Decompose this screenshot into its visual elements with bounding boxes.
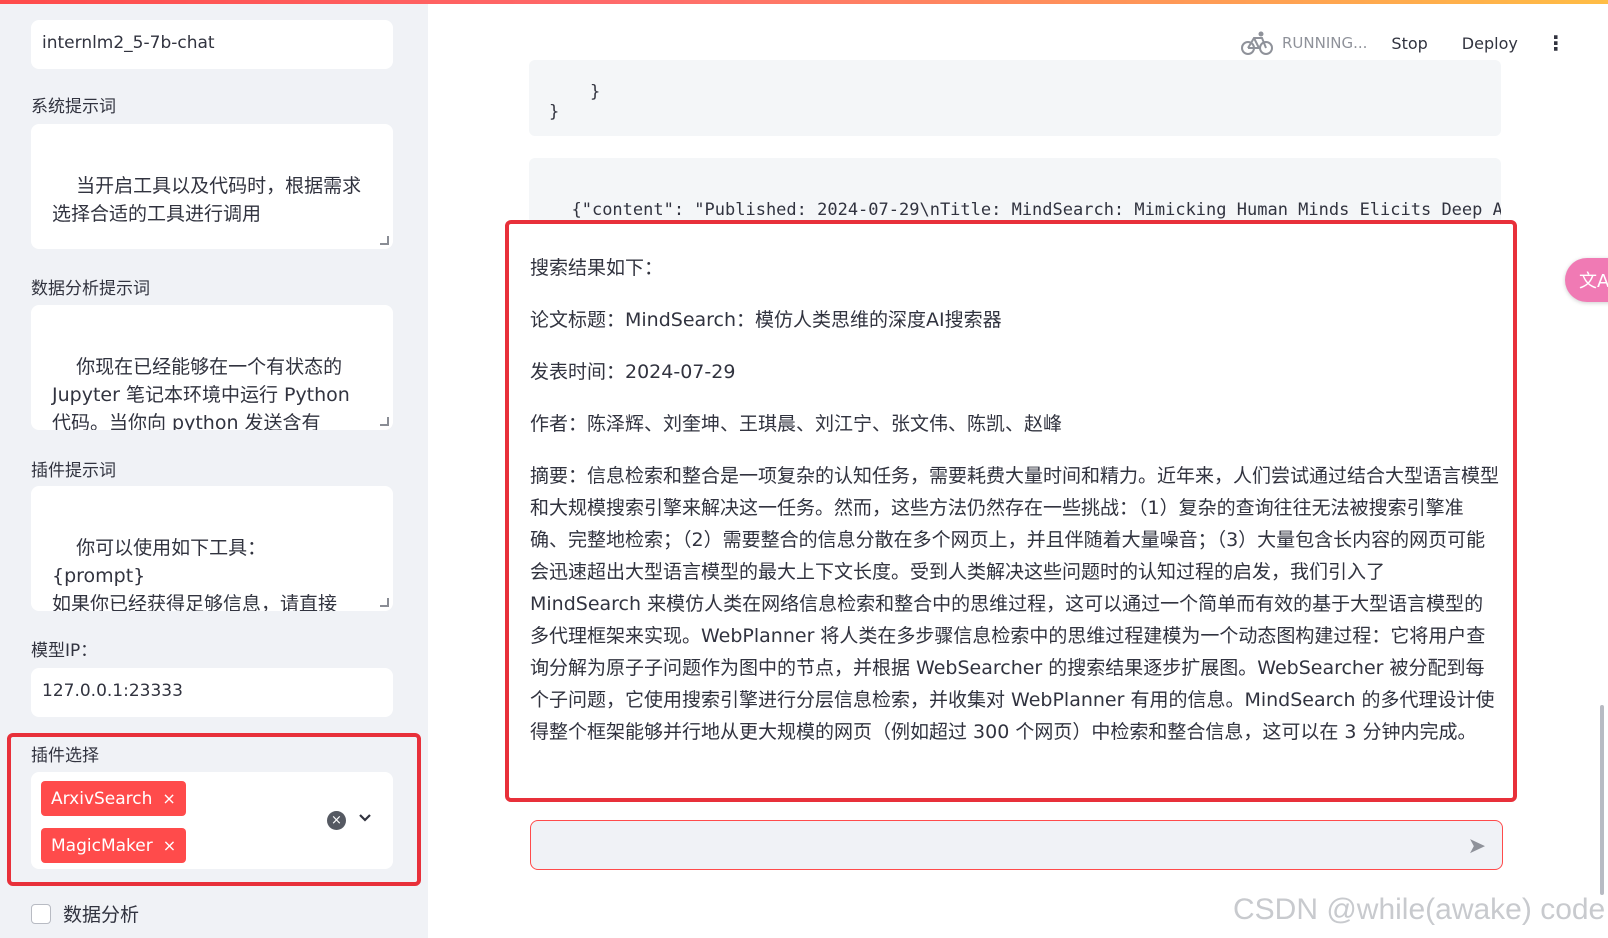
data-analysis-checkbox[interactable]: [31, 903, 51, 924]
resize-handle-icon[interactable]: [380, 417, 389, 426]
code-block-text: } }: [549, 82, 601, 122]
plugin-prompt-textarea[interactable]: 你可以使用如下工具： {prompt} 如果你已经获得足够信息，请直接 给出答案…: [31, 486, 393, 611]
plugin-prompt-label: 插件提示词: [31, 461, 116, 481]
resize-handle-icon[interactable]: [380, 236, 389, 245]
code-block-search-response: {"content": "Published: 2024-07-29\nTitl…: [529, 158, 1501, 224]
data-analysis-checkbox-row[interactable]: 数据分析: [31, 900, 139, 927]
app-header: RUNNING... Stop Deploy ⋮: [1240, 30, 1566, 56]
send-icon[interactable]: ➤: [1468, 834, 1486, 859]
data-prompt-label: 数据分析提示词: [31, 279, 150, 299]
chat-input[interactable]: ➤: [530, 820, 1503, 870]
code-block-json-tail: } }: [529, 60, 1501, 136]
main-menu-icon[interactable]: ⋮: [1546, 31, 1566, 55]
running-status: RUNNING...: [1240, 30, 1367, 56]
data-prompt-textarea[interactable]: 你现在已经能够在一个有状态的 Jupyter 笔记本环境中运行 Python 代…: [31, 305, 393, 430]
scrollbar[interactable]: [1600, 705, 1604, 895]
annotation-box-plugins: [7, 733, 421, 886]
watermark: CSDN @while(awake) code: [1233, 893, 1606, 926]
top-decoration-bar: [0, 0, 1608, 4]
bicycle-icon: [1241, 31, 1273, 55]
model-ip-label: 模型IP：: [31, 641, 98, 661]
system-prompt-text: 当开启工具以及代码时，根据需求 选择合适的工具进行调用: [52, 175, 362, 225]
translate-icon[interactable]: 文A: [1565, 258, 1608, 302]
deploy-button[interactable]: Deploy: [1462, 34, 1518, 53]
model-ip-input[interactable]: 127.0.0.1:23333: [31, 668, 393, 717]
system-prompt-textarea[interactable]: 当开启工具以及代码时，根据需求 选择合适的工具进行调用: [31, 124, 393, 249]
data-prompt-text: 你现在已经能够在一个有状态的 Jupyter 笔记本环境中运行 Python 代…: [52, 356, 350, 430]
model-name-input[interactable]: internlm2_5-7b-chat: [31, 20, 393, 69]
stop-button[interactable]: Stop: [1391, 34, 1427, 53]
code-block-text: {"content": "Published: 2024-07-29\nTitl…: [571, 200, 1501, 220]
plugin-prompt-text: 你可以使用如下工具： {prompt} 如果你已经获得足够信息，请直接 给出答案…: [52, 537, 338, 611]
running-label: RUNNING...: [1282, 34, 1368, 52]
system-prompt-label: 系统提示词: [31, 97, 116, 117]
data-analysis-label: 数据分析: [63, 904, 140, 926]
resize-handle-icon[interactable]: [380, 598, 389, 607]
annotation-box-result: [505, 220, 1517, 802]
